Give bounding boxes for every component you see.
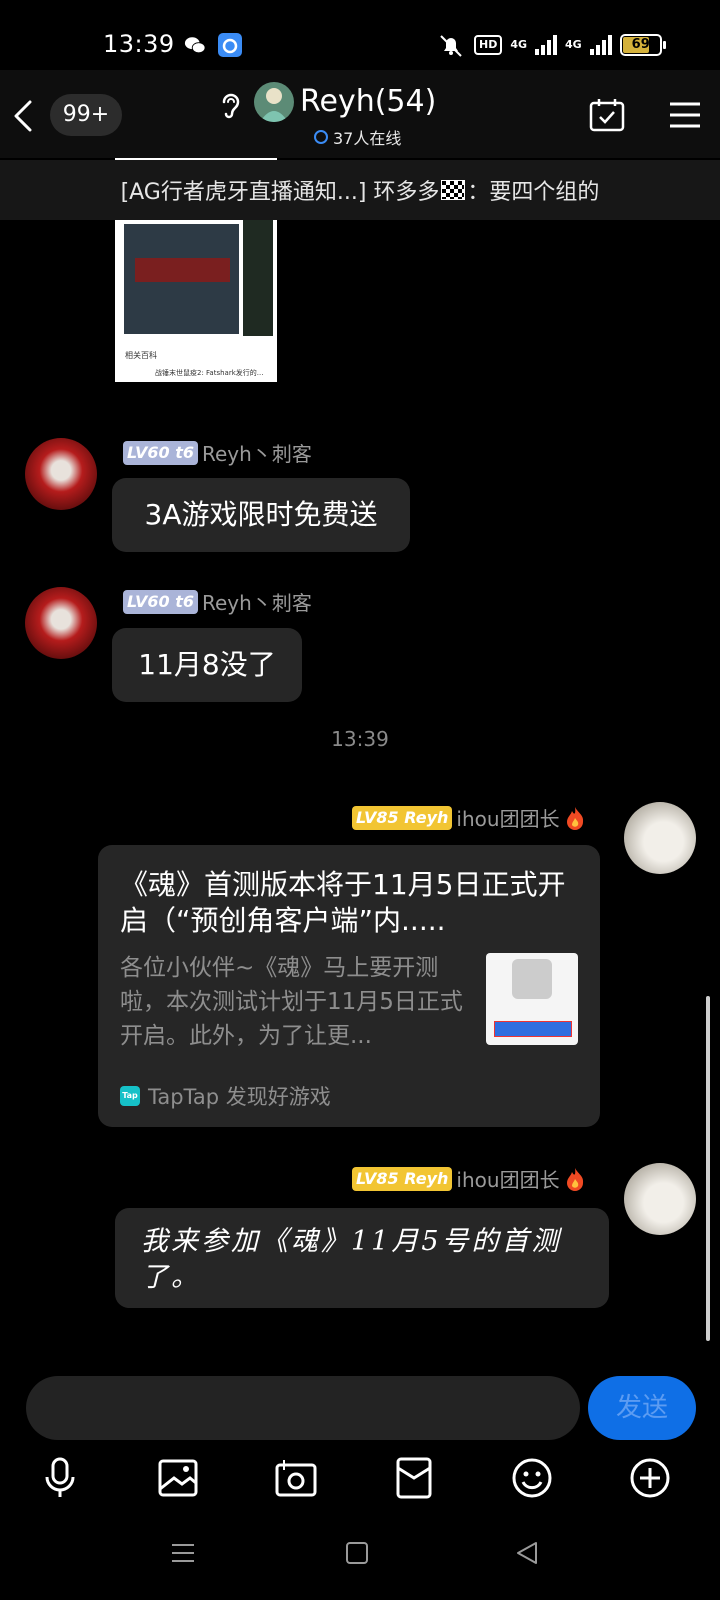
thumbnail-caption-2: 战锤末世鼠疫2: Fatshark发行的... — [155, 369, 264, 377]
home-icon[interactable] — [344, 1540, 370, 1566]
menu-icon[interactable] — [668, 100, 702, 130]
camera-icon[interactable] — [274, 1456, 318, 1500]
checkered-flag-icon — [441, 180, 466, 200]
sender-avatar[interactable] — [25, 587, 97, 659]
group-notice-banner[interactable]: [AG行者虎牙直播通知...] 环多多 ：要四个组的 — [0, 160, 720, 220]
wechat-icon — [184, 37, 206, 54]
network-type-label-2: 4G — [565, 38, 582, 51]
sender-avatar[interactable] — [25, 438, 97, 510]
sender-line: LV60 t6 Reyh丶刺客 — [123, 438, 312, 467]
scrollbar[interactable] — [706, 996, 710, 1341]
message-bubble[interactable]: 我来参加《魂》11月5号的首测了。 — [115, 1208, 609, 1308]
back-triangle-icon[interactable] — [514, 1540, 540, 1566]
mute-bell-icon — [440, 35, 462, 57]
level-badge: LV60 t6 — [123, 440, 198, 465]
ear-icon[interactable] — [216, 90, 244, 120]
group-title[interactable]: Reyh(54) — [300, 84, 436, 119]
status-icons: HD 4G 4G 69 — [436, 33, 666, 57]
send-button[interactable]: 发送 — [588, 1376, 696, 1440]
my-sender-line: LV85 Reyh ihou团团长 — [352, 1164, 586, 1193]
signal-bars-icon-2 — [589, 35, 612, 55]
signal-bars-icon — [535, 35, 558, 55]
sender-name[interactable]: Reyh丶刺客 — [202, 587, 312, 616]
my-avatar[interactable] — [624, 802, 696, 874]
level-badge: LV60 t6 — [123, 589, 198, 614]
online-indicator-icon — [314, 130, 328, 144]
hd-badge: HD — [474, 35, 503, 55]
taptap-icon: Tap — [120, 1086, 140, 1106]
back-chevron-icon[interactable] — [10, 98, 38, 134]
sender-name[interactable]: ihou团团长 — [456, 1164, 559, 1193]
group-avatar[interactable] — [254, 82, 294, 122]
notice-text-before: [AG行者虎牙直播通知...] 环多多 — [120, 180, 440, 205]
microphone-icon[interactable] — [38, 1456, 82, 1500]
fire-icon — [566, 806, 583, 830]
recents-menu-icon[interactable] — [170, 1540, 196, 1566]
battery-level: 69 — [631, 37, 650, 52]
battery-icon: 69 — [619, 34, 666, 56]
link-card[interactable]: 《魂》首测版本将于11月5日正式开启（“预创角客户端”内..... 各位小伙伴~… — [98, 845, 600, 1127]
unread-count-badge[interactable]: 99+ — [50, 94, 122, 136]
level-badge: LV85 Reyh — [352, 1166, 453, 1191]
card-description: 各位小伙伴~《魂》马上要开测啦，本次测试计划于11月5日正式开启。此外，为了让更… — [120, 955, 463, 1049]
my-avatar[interactable] — [624, 1163, 696, 1235]
message-timestamp: 13:39 — [331, 727, 389, 751]
red-packet-icon[interactable] — [392, 1456, 436, 1500]
plus-icon[interactable] — [628, 1456, 672, 1500]
status-time: 13:39 — [103, 30, 175, 58]
message-bubble[interactable]: 11月8没了 — [112, 628, 302, 702]
signal-1: 4G — [510, 39, 527, 51]
notice-text-after: ：要四个组的 — [467, 180, 600, 205]
sender-line: LV60 t6 Reyh丶刺客 — [123, 587, 312, 616]
message-text: 我来参加《魂》11月5号的首测了。 — [141, 1226, 562, 1293]
card-thumbnail — [486, 953, 578, 1045]
my-sender-line: LV85 Reyh ihou团团长 — [352, 803, 586, 832]
message-input[interactable] — [26, 1376, 580, 1440]
emoji-icon[interactable] — [510, 1456, 554, 1500]
card-source: Tap TapTap 发现好游戏 — [120, 1081, 331, 1111]
qq-browser-icon — [218, 33, 242, 57]
fire-icon — [566, 1167, 583, 1191]
calendar-check-icon[interactable] — [588, 97, 626, 133]
sender-name[interactable]: ihou团团长 — [456, 803, 559, 832]
online-status[interactable]: 37人在线 — [314, 125, 401, 149]
online-count: 37人在线 — [333, 129, 402, 148]
message-bubble[interactable]: 3A游戏限时免费送 — [112, 478, 410, 552]
network-type-label: 4G — [510, 38, 528, 51]
image-icon[interactable] — [156, 1456, 200, 1500]
card-title: 《魂》首测版本将于11月5日正式开启（“预创角客户端”内..... — [120, 868, 566, 937]
card-source-label: TapTap 发现好游戏 — [148, 1085, 331, 1109]
level-badge: LV85 Reyh — [352, 805, 453, 830]
sender-name[interactable]: Reyh丶刺客 — [202, 438, 312, 467]
thumbnail-caption: 相关百科 — [125, 351, 157, 360]
